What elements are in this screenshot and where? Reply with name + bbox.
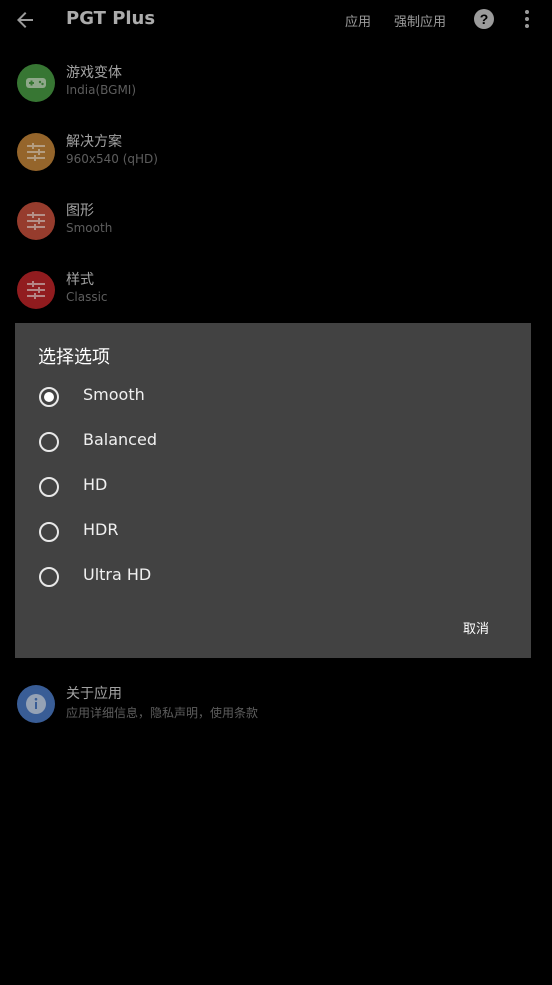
- option-label: HD: [83, 475, 108, 494]
- radio-dot: [44, 392, 54, 402]
- option-label: HDR: [83, 520, 119, 539]
- option-hd[interactable]: HD: [15, 464, 531, 509]
- radio-unchecked-icon[interactable]: [39, 567, 59, 587]
- radio-checked-icon[interactable]: [39, 387, 59, 407]
- option-hdr[interactable]: HDR: [15, 509, 531, 554]
- radio-unchecked-icon[interactable]: [39, 432, 59, 452]
- option-label: Smooth: [83, 385, 145, 404]
- option-balanced[interactable]: Balanced: [15, 419, 531, 464]
- option-smooth[interactable]: Smooth: [15, 374, 531, 419]
- option-ultra-hd[interactable]: Ultra HD: [15, 554, 531, 599]
- radio-unchecked-icon[interactable]: [39, 477, 59, 497]
- radio-unchecked-icon[interactable]: [39, 522, 59, 542]
- select-option-dialog: 选择选项 Smooth Balanced HD HDR Ultra HD 取消: [15, 323, 531, 658]
- dialog-title: 选择选项: [38, 347, 110, 368]
- cancel-button[interactable]: 取消: [463, 618, 489, 637]
- option-label: Ultra HD: [83, 565, 152, 584]
- option-label: Balanced: [83, 430, 157, 449]
